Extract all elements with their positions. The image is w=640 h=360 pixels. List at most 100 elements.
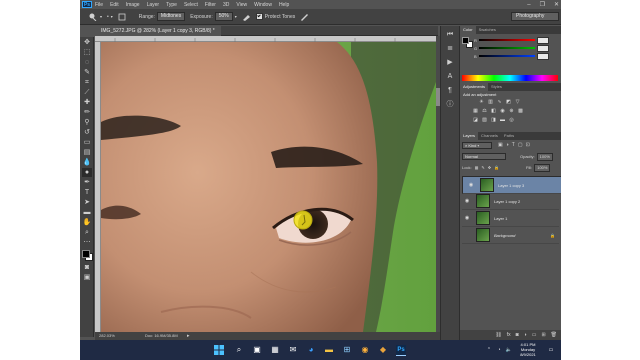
shape-filter-icon[interactable]: ▢ xyxy=(518,142,523,148)
document-tab[interactable]: IMG_5272.JPG @ 282% (Layer 1 copy 3, RGB… xyxy=(95,26,221,36)
menu-layer[interactable]: Layer xyxy=(147,2,160,8)
widgets-icon[interactable]: ▦ xyxy=(270,345,280,355)
color-swatches[interactable] xyxy=(80,248,94,262)
color-lookup-icon[interactable]: ▩ xyxy=(517,108,524,114)
menu-window[interactable]: Window xyxy=(254,2,272,8)
tab-color[interactable]: Color xyxy=(460,26,476,34)
add-mask-icon[interactable]: ◙ xyxy=(516,332,519,338)
levels-icon[interactable]: ▥ xyxy=(487,99,494,105)
screen-mode-icon[interactable]: ▣ xyxy=(82,273,92,282)
color-balance-icon[interactable]: ⚖ xyxy=(481,108,488,114)
quick-select-tool-icon[interactable]: ✎ xyxy=(82,68,92,77)
workspace-switcher[interactable]: Photography xyxy=(511,12,559,21)
layer-row[interactable]: ◉ Layer 1 xyxy=(462,210,559,227)
menu-edit[interactable]: Edit xyxy=(110,2,119,8)
history-icon[interactable]: ⏮ xyxy=(444,30,456,40)
photo-filter-icon[interactable]: ◉ xyxy=(499,108,506,114)
shape-tool-icon[interactable]: ▬ xyxy=(82,208,92,217)
black-white-icon[interactable]: ◧ xyxy=(490,108,497,114)
hand-tool-icon[interactable]: ✋ xyxy=(82,218,92,227)
brightness-contrast-icon[interactable]: ☀ xyxy=(478,99,485,105)
eraser-tool-icon[interactable]: ▭ xyxy=(82,138,92,147)
color-chips[interactable] xyxy=(462,37,474,49)
lock-transparency-icon[interactable]: ▦ xyxy=(475,164,479,171)
menu-type[interactable]: Type xyxy=(166,2,177,8)
tab-paths[interactable]: Paths xyxy=(501,132,517,140)
layer-filter-kind[interactable]: ⌕ Kind ▾ xyxy=(462,142,492,149)
layer-row[interactable]: ◉ Layer 1 copy 3 xyxy=(462,176,561,194)
microsoft-store-icon[interactable]: ⊞ xyxy=(342,345,352,355)
new-group-icon[interactable]: ▭ xyxy=(532,332,537,338)
brush-panel-toggle[interactable] xyxy=(118,13,126,21)
eyedropper-tool-icon[interactable]: ⟋ xyxy=(82,88,92,97)
selective-color-icon[interactable]: ◎ xyxy=(508,117,515,123)
menu-3d[interactable]: 3D xyxy=(223,2,229,8)
quick-mask-icon[interactable]: ◙ xyxy=(82,263,92,272)
layer-style-icon[interactable]: fx xyxy=(507,332,511,338)
red-slider[interactable]: R xyxy=(474,36,554,44)
visibility-eye-icon[interactable]: ◉ xyxy=(466,182,476,189)
type-tool-icon[interactable]: T xyxy=(82,188,92,197)
blue-value-field[interactable] xyxy=(536,52,549,60)
info-icon[interactable]: ⓘ xyxy=(444,100,456,110)
protect-tones-option[interactable]: Protect Tones xyxy=(255,13,295,20)
play-action-icon[interactable]: ▶ xyxy=(444,58,456,68)
lock-position-icon[interactable]: ✥ xyxy=(488,164,491,171)
windows-start-icon[interactable] xyxy=(214,345,224,355)
blend-mode-select[interactable]: Normal xyxy=(462,153,506,160)
blue-slider[interactable]: B xyxy=(474,52,554,60)
clone-stamp-tool-icon[interactable]: ⚲ xyxy=(82,118,92,127)
app-icon[interactable]: ◆ xyxy=(378,345,388,355)
brush-tool-icon[interactable]: ✏ xyxy=(82,108,92,117)
crop-tool-icon[interactable]: ⌗ xyxy=(82,78,92,87)
blue-slider-bar[interactable] xyxy=(478,55,535,57)
lock-pixels-icon[interactable]: ✎ xyxy=(481,164,484,171)
protect-tones-checkbox[interactable] xyxy=(255,13,263,20)
notification-icon[interactable]: ▭ xyxy=(546,345,556,355)
healing-brush-tool-icon[interactable]: ✚ xyxy=(82,98,92,107)
vibrance-icon[interactable]: ▽ xyxy=(514,99,521,105)
curves-icon[interactable]: ∿ xyxy=(496,99,503,105)
edge-browser-icon[interactable]: ◕ xyxy=(306,345,316,355)
brush-size-picker[interactable]: • ▾ xyxy=(107,14,113,20)
range-select[interactable]: Midtones xyxy=(156,12,186,21)
delete-layer-icon[interactable]: 🗑 xyxy=(551,332,557,338)
fill-input[interactable]: 100% xyxy=(534,164,551,172)
chrome-icon[interactable]: ◉ xyxy=(360,345,370,355)
gradient-tool-icon[interactable]: ▤ xyxy=(82,148,92,157)
visibility-eye-icon[interactable]: ◉ xyxy=(462,198,472,204)
wifi-icon[interactable]: ◔ xyxy=(494,345,504,355)
hue-saturation-icon[interactable]: ▦ xyxy=(472,108,479,114)
tab-adjustments[interactable]: Adjustments xyxy=(460,83,489,91)
photoshop-taskbar-icon[interactable]: Ps xyxy=(396,345,406,356)
red-value-field[interactable] xyxy=(536,36,549,44)
color-spectrum-ramp[interactable] xyxy=(462,75,558,81)
tab-channels[interactable]: Channels xyxy=(478,132,501,140)
exposure-dropdown-icon[interactable]: ▾ xyxy=(235,14,237,19)
character-icon[interactable]: A xyxy=(444,72,456,82)
adjustment-filter-icon[interactable]: ◑ xyxy=(506,142,509,148)
gradient-map-icon[interactable]: ▬ xyxy=(499,117,506,123)
link-layers-icon[interactable]: ⛓ xyxy=(495,332,501,338)
image-canvas[interactable] xyxy=(101,42,436,332)
menu-select[interactable]: Select xyxy=(184,2,198,8)
pixel-filter-icon[interactable]: ▣ xyxy=(498,142,503,148)
taskbar-clock[interactable]: 4:01 PM Monday 8/9/2021 xyxy=(513,342,543,357)
search-icon[interactable]: ⌕ xyxy=(234,345,244,355)
green-slider-bar[interactable] xyxy=(479,47,536,49)
smart-object-filter-icon[interactable]: ⊡ xyxy=(526,142,530,148)
menu-file[interactable]: File xyxy=(95,2,103,8)
exposure-input[interactable]: 50% xyxy=(214,12,233,21)
zoom-tool-icon[interactable]: ⌕ xyxy=(82,228,92,237)
new-adjustment-icon[interactable]: ◑ xyxy=(524,332,527,338)
threshold-icon[interactable]: ◨ xyxy=(490,117,497,123)
new-layer-icon[interactable]: ⊞ xyxy=(541,332,545,338)
menu-image[interactable]: Image xyxy=(126,2,140,8)
dodge-tool-icon[interactable]: ● xyxy=(82,168,92,177)
pressure-toggle[interactable] xyxy=(300,13,309,21)
opacity-input[interactable]: 100% xyxy=(536,153,553,161)
visibility-eye-icon[interactable]: ◉ xyxy=(462,215,472,221)
green-value-field[interactable] xyxy=(537,44,550,52)
maximize-button[interactable]: ❐ xyxy=(540,1,545,8)
paragraph-icon[interactable]: ¶ xyxy=(444,86,456,96)
